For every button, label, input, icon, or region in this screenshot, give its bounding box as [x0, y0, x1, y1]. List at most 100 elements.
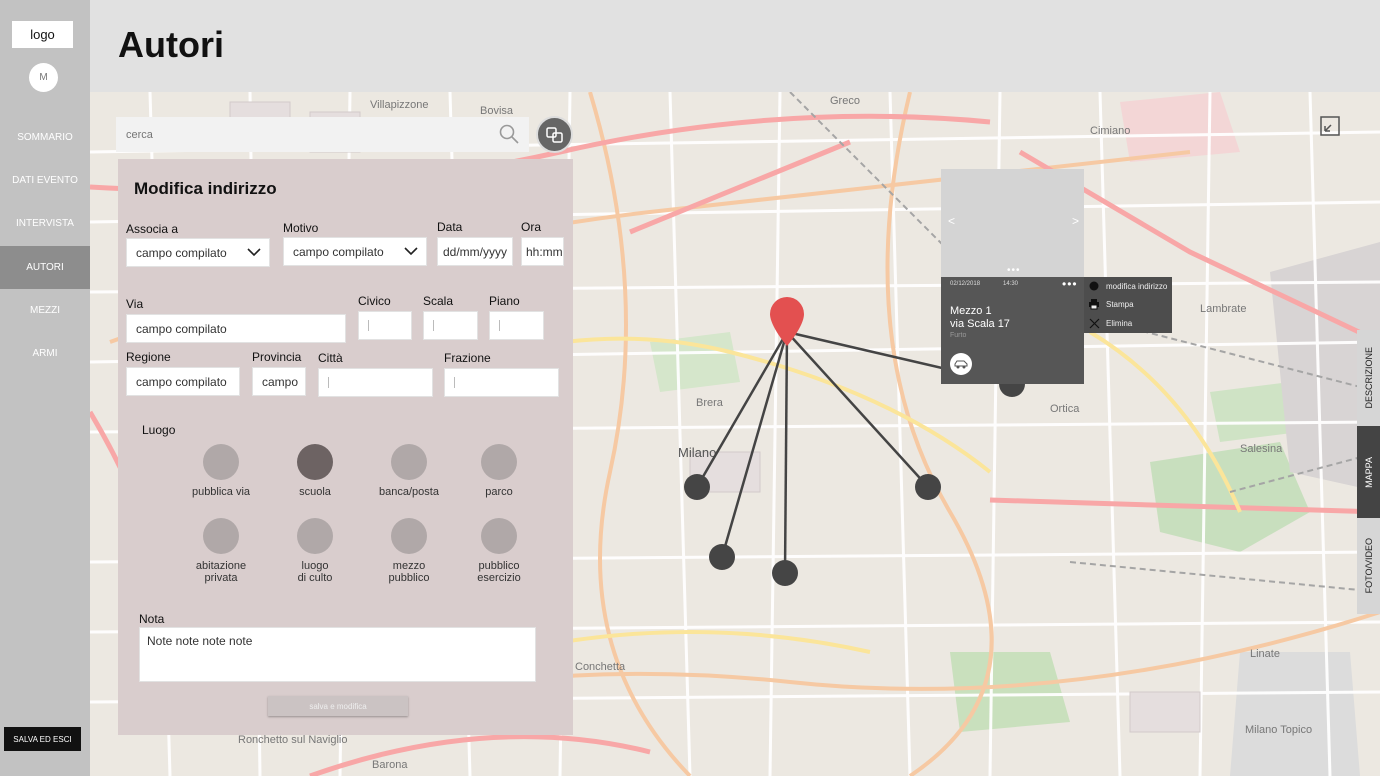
tab-descrizione[interactable]: DESCRIZIONE: [1357, 330, 1380, 426]
time-field[interactable]: hh:mm: [521, 237, 564, 266]
search-bar: [116, 117, 529, 152]
radio-dot: [203, 518, 239, 554]
scala-label: Scala: [423, 294, 454, 308]
card-date: 02/12/2018: [950, 281, 981, 287]
more-icon[interactable]: •••: [1062, 277, 1078, 291]
close-icon: [1088, 317, 1100, 329]
sidebar-item-sommario[interactable]: SOMMARIO: [0, 116, 90, 159]
regione-field[interactable]: campo compilato: [126, 367, 240, 396]
save-edit-button[interactable]: salva e modifica: [268, 696, 408, 716]
map-label-ortica: Ortica: [1050, 403, 1080, 415]
provincia-field[interactable]: campo: [252, 367, 306, 396]
associa-select[interactable]: campo compilato: [126, 238, 270, 267]
data-label: Data: [437, 220, 463, 234]
page-title: Autori: [118, 24, 224, 65]
tab-mappa[interactable]: MAPPA: [1357, 426, 1380, 518]
map-label-milano-topico: Milano Topico: [1245, 724, 1312, 736]
map-label-ronchetto: Ronchetto sul Naviglio: [238, 734, 347, 746]
associa-value: campo compilato: [136, 245, 227, 260]
menu-item-modifica-indirizzo[interactable]: modifica indirizzo: [1088, 277, 1167, 295]
logo: logo: [12, 21, 73, 48]
radio-dot: [391, 444, 427, 480]
event-card[interactable]: 02/12/2018 14:30 ••• Mezzo 1 via Scala 1…: [941, 277, 1084, 384]
map-node: [915, 474, 941, 500]
chevron-down-icon: [404, 247, 418, 256]
chevron-down-icon: [247, 248, 261, 257]
radio-dot: [391, 518, 427, 554]
frazione-field[interactable]: [444, 368, 559, 397]
associa-label: Associa a: [126, 222, 179, 236]
card-media: < > •••: [941, 169, 1084, 277]
luogo-option-banca-posta[interactable]: banca/posta: [364, 444, 454, 498]
scala-field[interactable]: [423, 311, 478, 340]
card-context-menu: modifica indirizzo Stampa Elimina: [1084, 277, 1172, 333]
map-node: [709, 544, 735, 570]
sidebar-item-armi[interactable]: ARMI: [0, 332, 90, 375]
map-label-lambrate: Lambrate: [1200, 303, 1246, 315]
map-label-barona: Barona: [372, 759, 408, 771]
map-label-cimiano: Cimiano: [1090, 125, 1130, 137]
luogo-option-parco[interactable]: parco: [454, 444, 544, 498]
motivo-label: Motivo: [283, 221, 319, 235]
printer-icon: [1088, 298, 1100, 310]
map-node: [684, 474, 710, 500]
search-icon[interactable]: [499, 124, 519, 144]
layers-icon: [545, 126, 563, 143]
edit-address-panel: Modifica indirizzo Associa a campo compi…: [118, 159, 573, 735]
panel-title: Modifica indirizzo: [134, 179, 277, 198]
provincia-label: Provincia: [252, 350, 302, 364]
map-label-villapizzone: Villapizzone: [370, 99, 429, 111]
civico-label: Civico: [358, 294, 391, 308]
card-address: via Scala 17: [950, 318, 1010, 330]
civico-field[interactable]: [358, 311, 412, 340]
luogo-option-abitazione-privata[interactable]: abitazione privata: [176, 518, 266, 584]
search-input[interactable]: [126, 128, 486, 141]
radio-dot: [203, 444, 239, 480]
motivo-select[interactable]: campo compilato: [283, 237, 427, 266]
map-label-bovisa: Bovisa: [480, 105, 514, 117]
layers-button[interactable]: [536, 116, 573, 153]
sidebar-item-autori[interactable]: AUTORI: [0, 246, 90, 289]
luogo-option-scuola[interactable]: scuola: [270, 444, 360, 498]
luogo-option-mezzo-pubblico[interactable]: mezzo pubblico: [364, 518, 454, 584]
expand-icon[interactable]: [1317, 113, 1343, 139]
piano-label: Piano: [489, 294, 520, 308]
radio-dot: [481, 444, 517, 480]
motivo-value: campo compilato: [293, 244, 384, 259]
radio-dot: [297, 518, 333, 554]
car-icon: [950, 353, 972, 375]
tab-foto-video[interactable]: FOTO/VIDEO: [1357, 518, 1380, 614]
citta-field[interactable]: [318, 368, 433, 397]
map-label-linate: Linate: [1250, 648, 1280, 660]
nota-label: Nota: [139, 612, 165, 626]
save-exit-button[interactable]: SALVA ED ESCI: [4, 727, 81, 751]
menu-item-elimina[interactable]: Elimina: [1088, 314, 1132, 332]
ora-label: Ora: [521, 220, 542, 234]
piano-field[interactable]: [489, 311, 544, 340]
regione-label: Regione: [126, 350, 171, 364]
sidebar-item-intervista[interactable]: INTERVISTA: [0, 202, 90, 245]
dot-icon: [1088, 280, 1100, 292]
map-label-milano: Milano: [678, 445, 716, 460]
avatar[interactable]: M: [29, 63, 58, 92]
luogo-option-pubblico-esercizio[interactable]: pubblico esercizio: [454, 518, 544, 584]
via-label: Via: [126, 297, 144, 311]
via-field[interactable]: campo compilato: [126, 314, 346, 343]
card-title: Mezzo 1: [950, 305, 992, 317]
luogo-option-pubblica-via[interactable]: pubblica via: [176, 444, 266, 498]
menu-item-stampa[interactable]: Stampa: [1088, 295, 1134, 313]
sidebar-item-mezzi[interactable]: MEZZI: [0, 289, 90, 332]
frazione-label: Frazione: [444, 351, 491, 365]
citta-label: Città: [318, 351, 343, 365]
map-label-salesina: Salesina: [1240, 443, 1283, 455]
note-textarea[interactable]: Note note note note: [139, 627, 536, 682]
prev-arrow-icon[interactable]: <: [948, 214, 955, 228]
luogo-option-luogo-di-culto[interactable]: luogo di culto: [270, 518, 360, 584]
date-field[interactable]: dd/mm/yyyy: [437, 237, 513, 266]
map-label-conchetta: Conchetta: [575, 661, 626, 673]
map-label-greco: Greco: [830, 95, 860, 107]
sidebar-item-dati-evento[interactable]: DATI EVENTO: [0, 159, 90, 202]
card-time: 14:30: [1003, 281, 1019, 287]
radio-dot: [481, 518, 517, 554]
next-arrow-icon[interactable]: >: [1072, 214, 1079, 228]
